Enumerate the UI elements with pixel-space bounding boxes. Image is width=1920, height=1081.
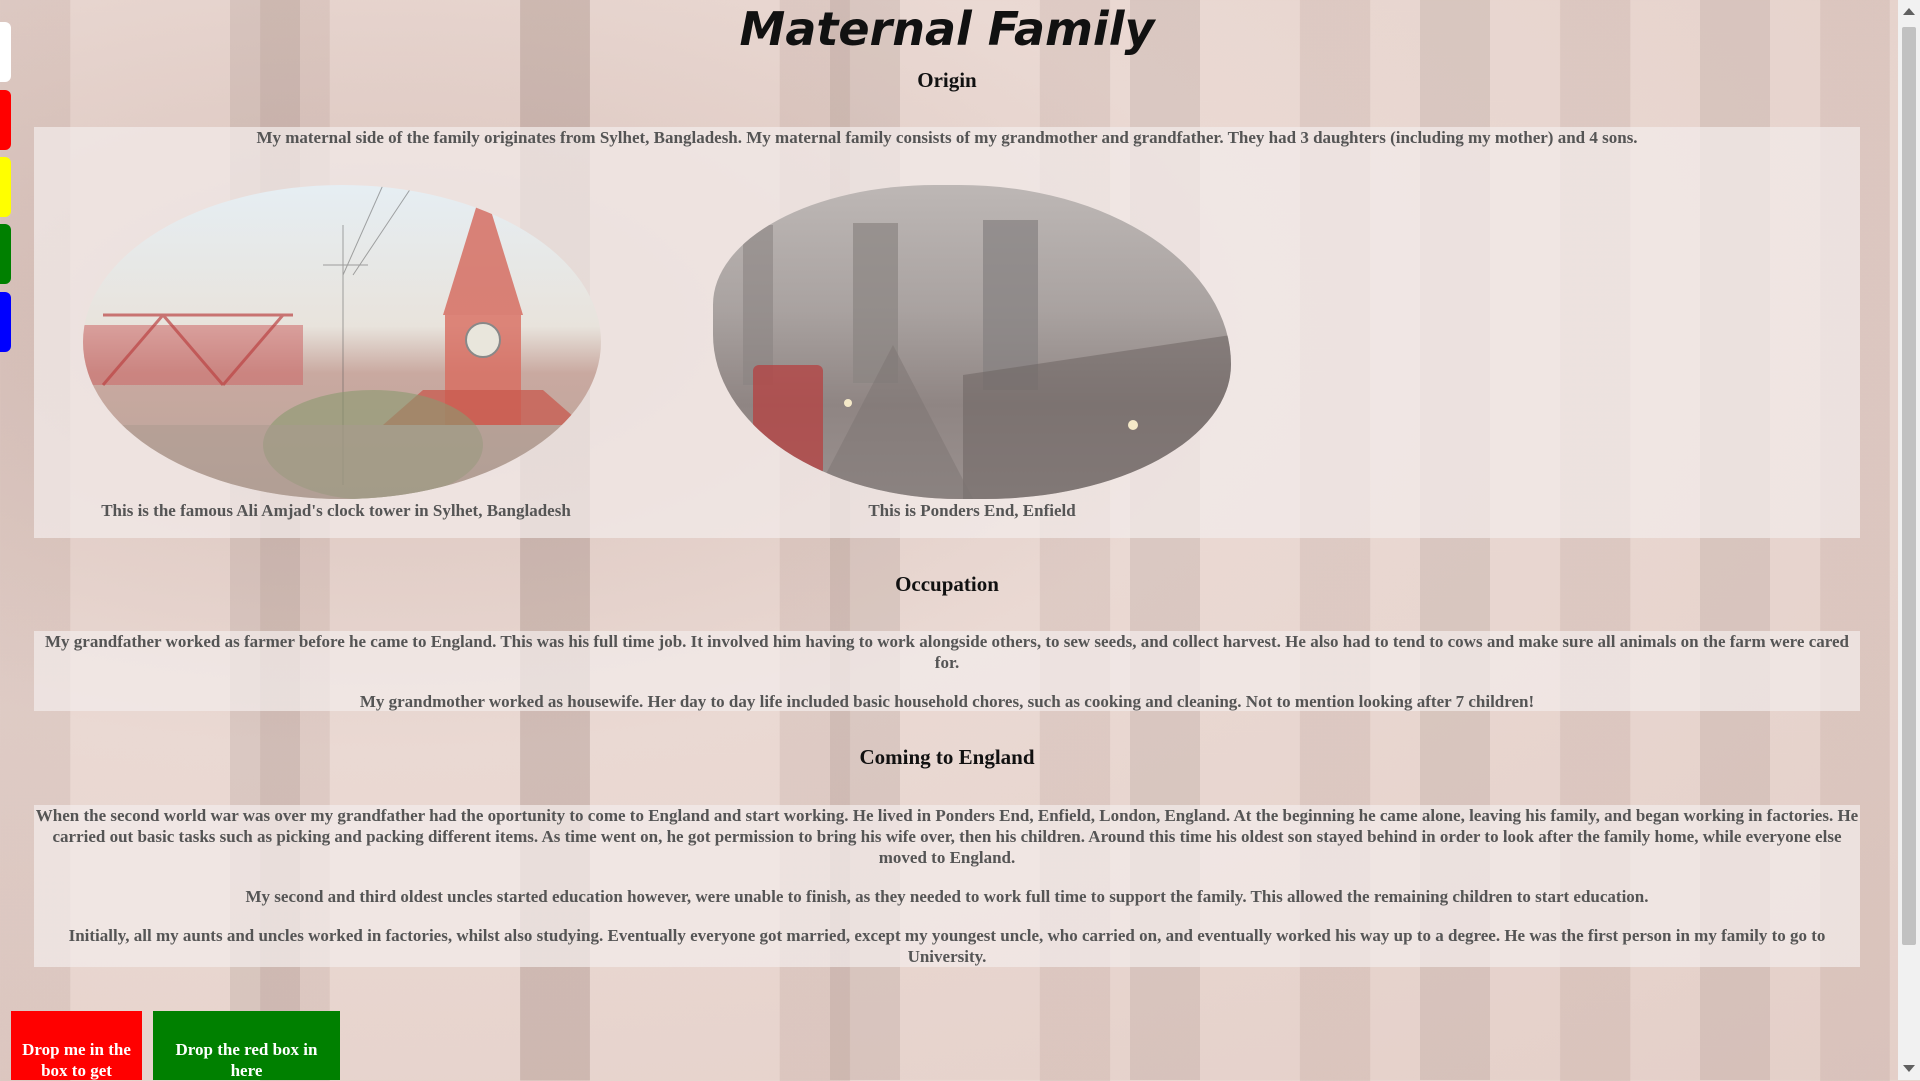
occupation-paragraph-1: My grandfather worked as farmer before h…	[44, 632, 1849, 672]
coming-paragraph-2: My second and third oldest uncles starte…	[245, 887, 1649, 906]
origin-heading: Origin	[917, 68, 977, 92]
scrollbar-thumb[interactable]	[1902, 27, 1916, 945]
scroll-down-arrow[interactable]	[1903, 1065, 1915, 1072]
coming-paragraph-3: Initially, all my aunts and uncles worke…	[68, 926, 1826, 966]
ponders-end-caption: This is Ponders End, Enfield	[868, 501, 1076, 520]
coming-paragraph-1: When the second world war was over my gr…	[35, 806, 1859, 867]
page: Maternal Family Origin My maternal side …	[0, 0, 1898, 1080]
origin-text: My maternal side of the family originate…	[256, 128, 1638, 147]
scroll-up-arrow[interactable]	[1903, 8, 1915, 15]
occupation-panel: My grandfather worked as farmer before h…	[34, 631, 1860, 711]
coming-heading: Coming to England	[859, 745, 1035, 769]
page-title: Maternal Family	[739, 2, 1155, 56]
green-drop-box[interactable]: Drop the red box in here	[153, 1011, 340, 1080]
origin-panel: My maternal side of the family originate…	[34, 127, 1860, 538]
ponders-end-graphic	[743, 220, 1231, 499]
vertical-scrollbar[interactable]	[1898, 0, 1920, 1080]
clock-tower-image	[83, 185, 601, 499]
ponders-end-image	[713, 185, 1231, 499]
clock-tower-graphic	[83, 185, 601, 499]
occupation-heading: Occupation	[895, 572, 999, 596]
occupation-paragraph-2: My grandmother worked as housewife. Her …	[359, 692, 1535, 711]
coming-panel: When the second world war was over my gr…	[34, 805, 1860, 967]
clock-tower-caption: This is the famous Ali Amjad's clock tow…	[101, 501, 571, 520]
red-drag-box[interactable]: Drop me in the box to get	[11, 1011, 142, 1080]
